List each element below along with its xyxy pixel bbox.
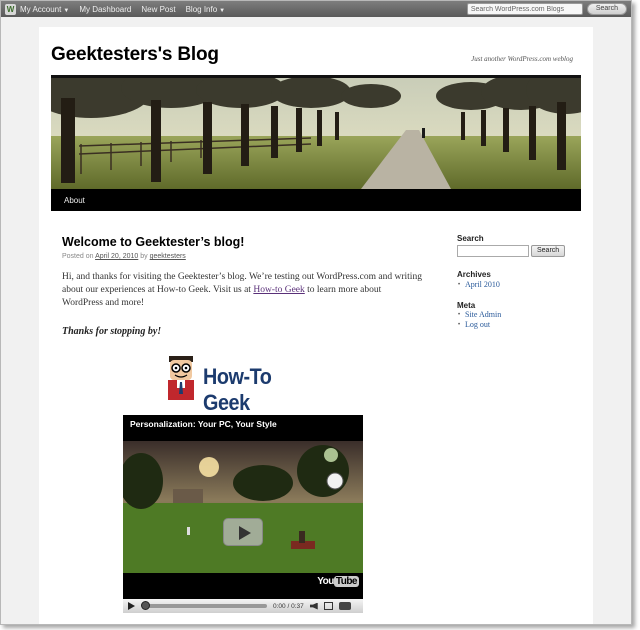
seek-bar[interactable] [141,601,267,610]
tree-lined-road-image [51,78,581,189]
post-date-link[interactable]: April 20, 2010 [95,253,138,260]
fullscreen-icon[interactable] [323,602,333,610]
admin-bar-my-account[interactable]: My Account ▼ [20,5,69,14]
post-author-link[interactable]: geektesters [150,253,186,260]
post-thanks: Thanks for stopping by! [62,326,162,337]
caret-down-icon: ▼ [63,7,70,14]
video-controls: 0:00 / 0:37 [123,599,363,613]
admin-bar-blog-info[interactable]: Blog Info ▼ [186,5,226,14]
sidebar-search-button[interactable]: Search [531,245,566,257]
meta-link-site-admin[interactable]: Site Admin [465,310,501,319]
meta-link-log-out[interactable]: Log out [465,320,490,329]
play-button[interactable] [223,518,263,546]
youtube-logo[interactable]: You Tube [317,576,359,587]
bullet-icon: • [458,282,461,288]
header-image [51,75,581,189]
bullet-icon: • [458,312,461,318]
admin-bar-my-dashboard[interactable]: My Dashboard [79,5,131,14]
admin-bar: W My Account ▼ My Dashboard New Post Blog… [1,1,631,17]
logo-text: How-To Geek [203,364,272,415]
archive-link-april-2010[interactable]: April 2010 [465,280,500,289]
youtube-logo-you: You [317,576,334,587]
popout-icon[interactable] [338,602,351,610]
post-body-paragraph: Hi, and thanks for visiting the Geektest… [62,271,422,310]
admin-bar-search-button[interactable]: Search [586,3,627,15]
play-icon [239,526,251,540]
video-title[interactable]: Personalization: Your PC, Your Style [130,419,277,429]
video-scene-image [119,441,363,573]
admin-bar-search-input[interactable] [466,3,583,15]
sidebar-meta-heading: Meta [457,301,476,310]
post-title[interactable]: Welcome to Geektester’s blog! [62,235,244,249]
sidebar-search-input[interactable] [457,245,529,257]
youtube-logo-tube: Tube [333,576,359,587]
sidebar-search-heading: Search [457,234,484,243]
post-meta: Posted on April 20, 2010 by geektesters [62,253,186,260]
admin-bar-item-label: My Dashboard [79,4,132,14]
how-to-geek-link[interactable]: How-to Geek [253,285,304,295]
page-wrapper: Geektesters's Blog Just another WordPres… [39,27,593,624]
geek-mascot-icon [168,356,194,400]
posted-on-label: Posted on [62,253,94,260]
admin-bar-new-post[interactable]: New Post [141,5,175,14]
admin-bar-item-label: Blog Info [185,4,218,14]
wordpress-logo-icon[interactable]: W [5,3,16,15]
volume-icon[interactable] [309,602,318,610]
video-thumbnail[interactable] [119,441,363,573]
site-tagline: Just another WordPress.com weblog [471,55,573,63]
youtube-video-player[interactable]: Personalization: Your PC, Your Style You… [119,415,363,613]
video-time: 0:00 / 0:37 [273,602,304,610]
admin-bar-search: Search [466,3,627,15]
main-navigation: About [51,189,581,211]
nav-item-about[interactable]: About [64,196,85,205]
seek-handle[interactable] [141,601,150,610]
play-icon[interactable] [128,602,135,610]
bullet-icon: • [458,322,461,328]
caret-down-icon: ▼ [219,7,226,14]
site-title[interactable]: Geektesters's Blog [51,44,219,66]
admin-bar-item-label: New Post [141,4,176,14]
by-label: by [140,253,148,260]
sidebar-archives-heading: Archives [457,270,491,279]
admin-bar-item-label: My Account [20,4,62,14]
browser-viewport: W My Account ▼ My Dashboard New Post Blog… [0,0,632,625]
how-to-geek-logo: How-To Geek [163,354,323,415]
